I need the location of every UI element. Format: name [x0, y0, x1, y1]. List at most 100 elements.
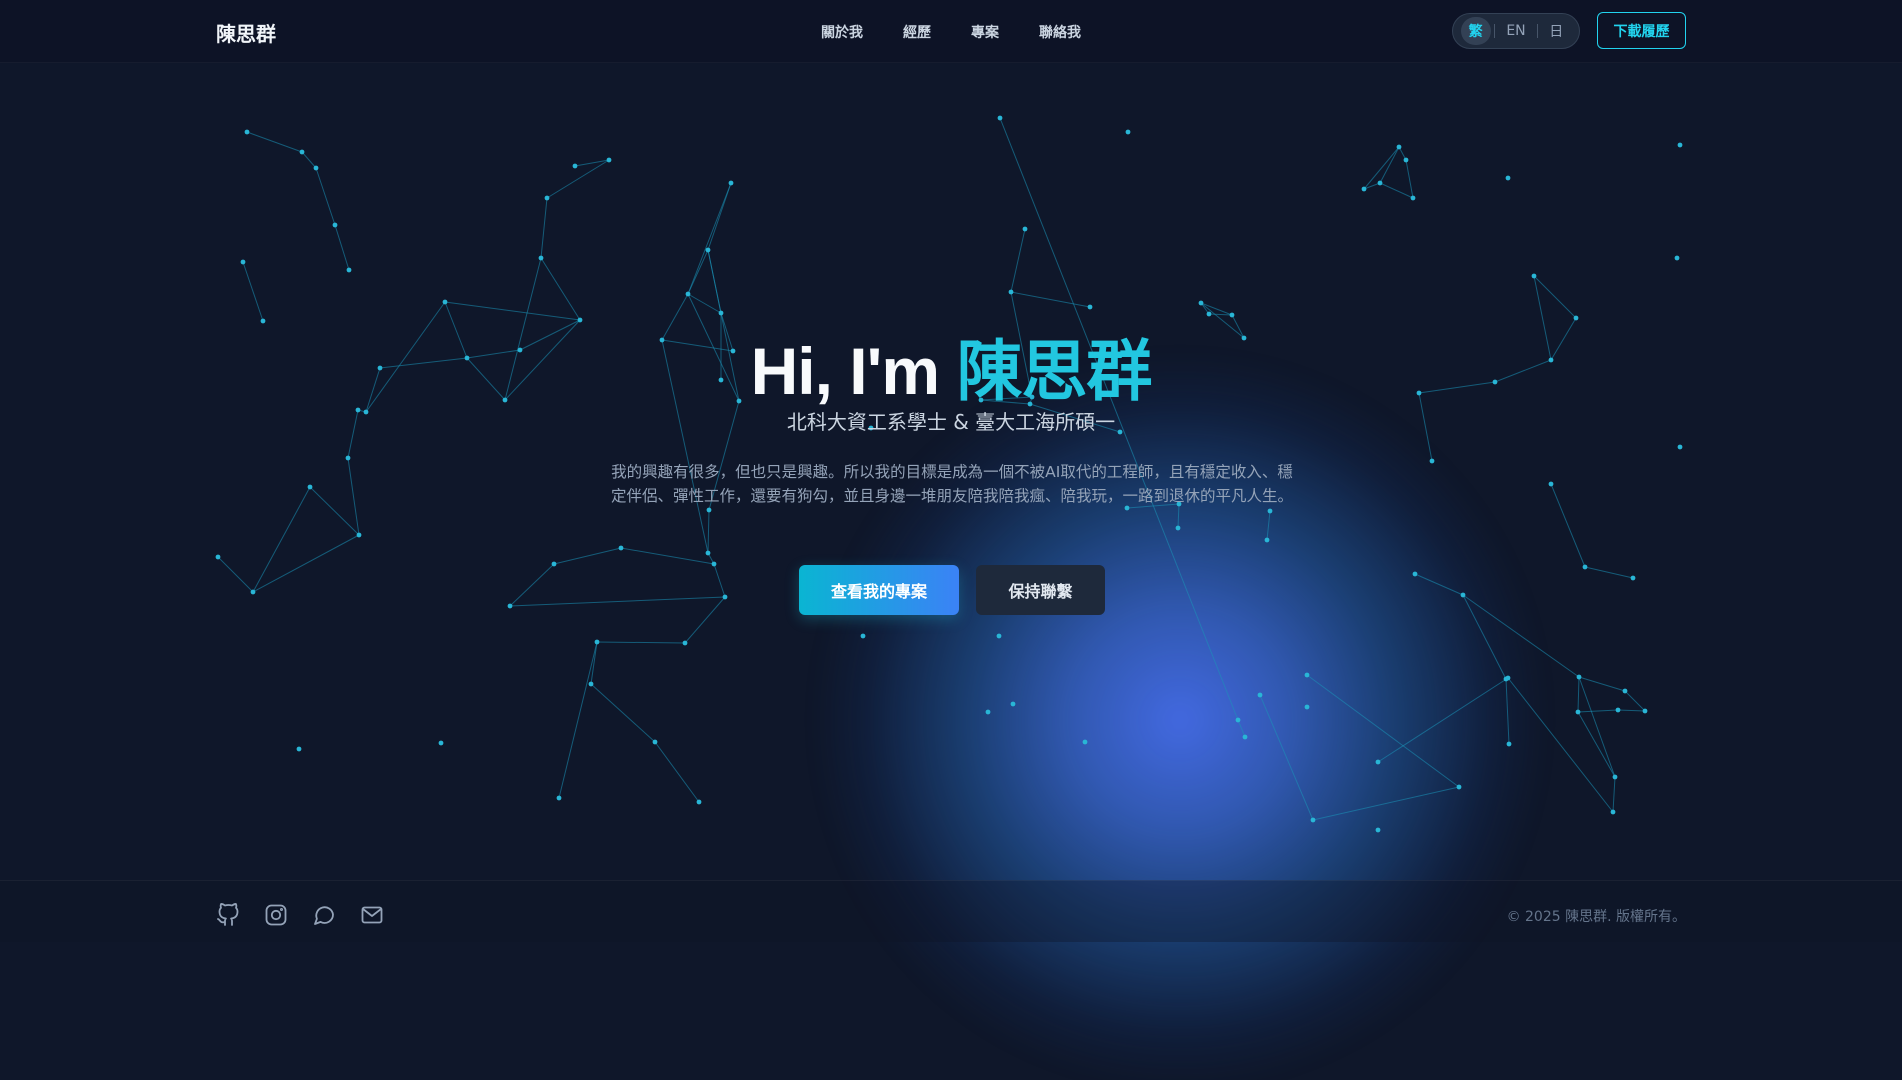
network-line: [1010, 291, 1091, 308]
hero-subtitle: 北科大資工系學士 & 臺大工海所碩一: [786, 410, 1116, 434]
network-dot: [1576, 674, 1582, 680]
network-line: [1237, 719, 1246, 738]
network-dot: [572, 163, 578, 169]
github-icon[interactable]: [216, 903, 240, 927]
network-dot: [1022, 226, 1028, 232]
network-dot: [1456, 784, 1462, 790]
network-dot: [244, 129, 250, 135]
network-line: [347, 457, 360, 536]
network-line: [334, 224, 350, 271]
network-dot: [1460, 592, 1466, 598]
network-dot: [538, 255, 544, 261]
network-line: [596, 641, 686, 644]
network-dot: [1361, 186, 1367, 192]
network-line: [558, 641, 598, 799]
network-dot: [1610, 809, 1616, 815]
nav-item-projects[interactable]: 專案: [971, 22, 999, 42]
network-dot: [997, 115, 1003, 121]
network-dot: [299, 149, 305, 155]
network-dot: [544, 195, 550, 201]
network-line: [1010, 228, 1026, 293]
network-line: [301, 151, 317, 169]
network-dot: [1548, 481, 1554, 487]
network-line: [509, 563, 555, 607]
network-dot: [1264, 537, 1270, 543]
network-dot: [313, 165, 319, 171]
network-dot: [346, 267, 352, 273]
network-dot: [594, 639, 600, 645]
network-line: [1584, 566, 1634, 579]
nav-item-contact[interactable]: 聯絡我: [1039, 22, 1081, 42]
hero-name: 陳思群: [956, 334, 1152, 408]
network-dot: [307, 484, 313, 490]
network-line: [1462, 594, 1507, 680]
network-dot: [1008, 289, 1014, 295]
network-dot: [215, 554, 221, 560]
main-nav: 關於我 經歷 專案 聯絡我: [821, 22, 1081, 42]
nav-item-experience[interactable]: 經歷: [903, 22, 931, 42]
lang-divider: [1493, 24, 1495, 38]
language-switcher: 繁 EN 日: [1452, 13, 1580, 49]
network-line: [1405, 159, 1414, 199]
network-dot: [1304, 704, 1310, 710]
network-dot: [606, 157, 612, 163]
network-dot: [618, 545, 624, 551]
keep-in-touch-button[interactable]: 保持聯繫: [976, 565, 1105, 615]
lang-option-en[interactable]: EN: [1498, 19, 1533, 43]
network-dot: [696, 799, 702, 805]
lang-divider: [1536, 24, 1538, 38]
network-dot: [718, 310, 724, 316]
nav-item-about[interactable]: 關於我: [821, 22, 863, 42]
network-line: [654, 741, 700, 803]
network-dot: [1531, 273, 1537, 279]
network-dot: [1615, 707, 1621, 713]
network-dot: [1375, 827, 1381, 833]
top-navbar: 陳思群 關於我 經歷 專案 聯絡我 繁 EN 日 下載履歷: [0, 0, 1902, 63]
network-dot: [1087, 304, 1093, 310]
network-dot: [705, 247, 711, 253]
network-line: [1414, 573, 1464, 596]
network-dot: [1677, 142, 1683, 148]
network-line: [687, 182, 732, 295]
network-line: [1577, 711, 1616, 778]
network-line: [1266, 510, 1271, 541]
network-dot: [652, 739, 658, 745]
network-dot: [1412, 571, 1418, 577]
view-projects-button[interactable]: 查看我的專案: [799, 565, 959, 615]
network-dot: [1198, 300, 1204, 306]
network-line: [1578, 676, 1616, 778]
network-line: [553, 547, 622, 565]
instagram-icon[interactable]: [264, 903, 288, 927]
network-line: [1306, 674, 1460, 788]
network-dot: [1429, 458, 1435, 464]
network-dot: [706, 507, 712, 513]
lang-option-ja[interactable]: 日: [1541, 17, 1571, 45]
hero-greeting: Hi, I'm: [750, 334, 940, 408]
network-dot: [356, 532, 362, 538]
network-dot: [1622, 688, 1628, 694]
network-line: [684, 596, 726, 644]
network-line: [620, 547, 715, 565]
network-dot: [1677, 444, 1683, 450]
network-line: [1578, 676, 1626, 692]
network-dot: [1010, 701, 1016, 707]
network-line: [1505, 678, 1510, 745]
network-dot: [240, 259, 246, 265]
brand-logo[interactable]: 陳思群: [216, 18, 276, 47]
download-cv-button[interactable]: 下載履歷: [1597, 12, 1686, 49]
network-dot: [438, 740, 444, 746]
network-dot: [1229, 312, 1235, 318]
network-dot: [1630, 575, 1636, 581]
network-line: [217, 556, 254, 593]
network-dot: [1403, 157, 1409, 163]
network-dot: [345, 455, 351, 461]
network-line: [1577, 709, 1619, 713]
network-line: [309, 486, 360, 536]
copyright-text: © 2025 陳思群. 版權所有。: [1506, 909, 1686, 925]
mail-icon[interactable]: [360, 903, 384, 927]
lang-option-zh-tw[interactable]: 繁: [1460, 17, 1491, 45]
chat-icon[interactable]: [312, 903, 336, 927]
network-line: [242, 261, 264, 322]
network-dot: [1642, 708, 1648, 714]
network-line: [1312, 786, 1460, 821]
